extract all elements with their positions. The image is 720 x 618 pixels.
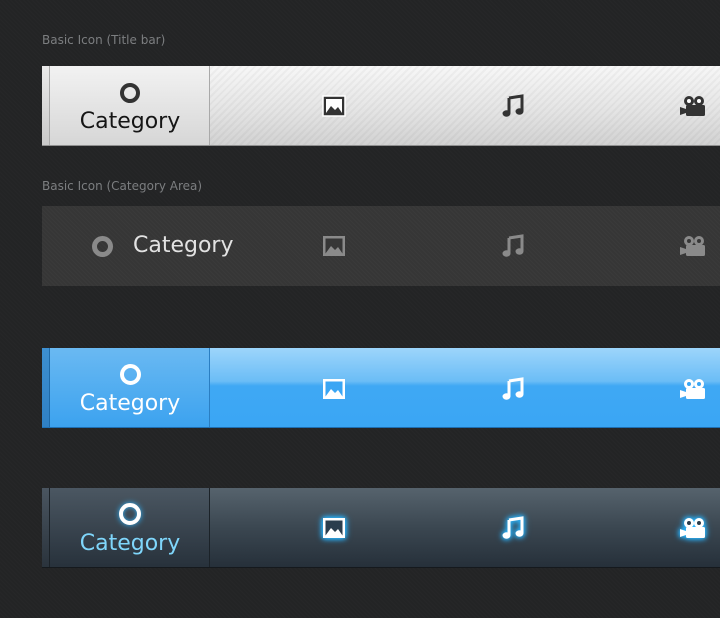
bar-edge — [42, 66, 50, 145]
category-tab-selected[interactable]: Category — [50, 66, 210, 145]
glow-tab-bar: Category — [42, 488, 720, 568]
music-note-icon[interactable] — [501, 377, 525, 401]
video-camera-icon[interactable] — [680, 95, 708, 117]
category-label: Category — [79, 109, 181, 134]
picture-icon[interactable] — [322, 95, 346, 117]
category-label[interactable]: Category — [133, 233, 234, 258]
category-label: Category — [79, 531, 181, 556]
section-label-title-bar: Basic Icon (Title bar) — [42, 33, 166, 47]
section-label-category-area: Basic Icon (Category Area) — [42, 179, 203, 193]
bar-edge — [42, 488, 50, 567]
picture-icon[interactable] — [322, 235, 346, 257]
blue-tab-bar: Category — [42, 348, 720, 428]
video-camera-icon[interactable] — [680, 378, 708, 400]
bar-edge — [42, 348, 50, 427]
music-note-icon[interactable] — [501, 94, 525, 118]
category-ring-icon — [119, 503, 141, 525]
category-ring-icon — [120, 364, 141, 385]
category-label: Category — [79, 391, 181, 416]
category-tab-selected[interactable]: Category — [50, 488, 210, 567]
category-area-tab-bar: Category — [42, 206, 720, 286]
video-camera-icon[interactable] — [680, 235, 708, 257]
music-note-icon[interactable] — [501, 234, 525, 258]
video-camera-icon[interactable] — [680, 517, 708, 539]
picture-icon[interactable] — [322, 517, 346, 539]
picture-icon[interactable] — [322, 378, 346, 400]
category-ring-icon — [120, 83, 140, 103]
title-bar-tab-bar: Category — [42, 66, 720, 146]
category-ring-icon — [92, 236, 113, 257]
music-note-icon[interactable] — [501, 516, 525, 540]
category-tab-selected[interactable]: Category — [50, 348, 210, 427]
